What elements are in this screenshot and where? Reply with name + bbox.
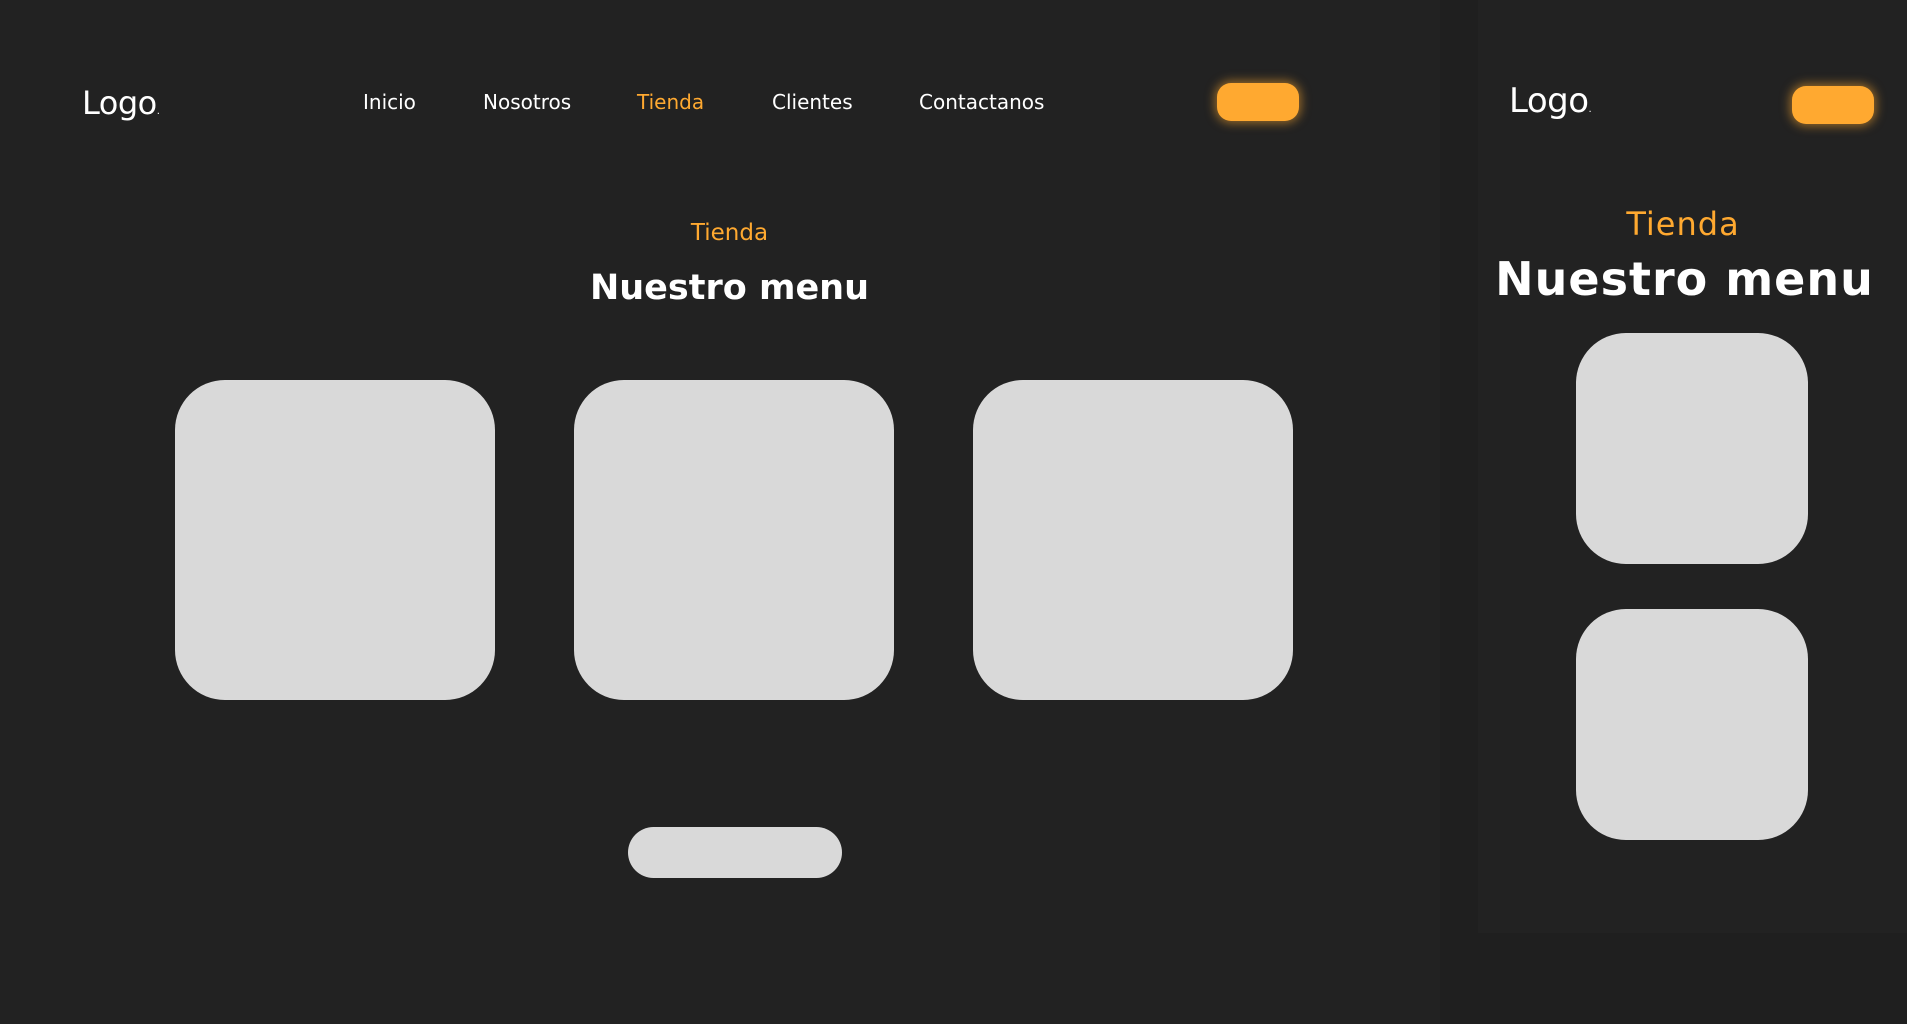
desktop-logo-text: Logo [82,84,157,122]
mobile-cta-button[interactable] [1792,86,1874,124]
nav-item-inicio[interactable]: Inicio [363,90,416,114]
desktop-frame: Logo. Inicio Nosotros Tienda Clientes Co… [0,0,1440,1024]
mobile-section-label: Tienda [1626,205,1740,243]
menu-card-3[interactable] [973,380,1293,700]
desktop-more-button[interactable] [628,827,842,878]
desktop-section-title: Nuestro menu [589,268,870,308]
nav-item-tienda[interactable]: Tienda [637,90,704,114]
mobile-logo-dot: . [1588,104,1592,115]
mobile-frame: Logo. Tienda Nuestro menu [1478,0,1907,933]
mobile-logo[interactable]: Logo. [1509,81,1592,121]
mobile-section-title: Nuestro menu [1495,252,1874,306]
desktop-section-label: Tienda [690,220,769,246]
mobile-logo-text: Logo [1509,81,1589,121]
desktop-cta-button[interactable] [1217,83,1299,121]
nav-item-clientes[interactable]: Clientes [772,90,853,114]
menu-card-1[interactable] [175,380,495,700]
desktop-logo-dot: . [156,106,160,117]
nav-item-contactanos[interactable]: Contactanos [919,90,1044,114]
mobile-frame-bottom [1478,933,1907,1024]
mobile-menu-card-2[interactable] [1576,609,1808,840]
mobile-menu-card-1[interactable] [1576,333,1808,564]
frame-divider [1440,0,1478,1024]
desktop-logo[interactable]: Logo. [82,84,160,122]
nav-item-nosotros[interactable]: Nosotros [483,90,571,114]
canvas: Logo. Inicio Nosotros Tienda Clientes Co… [0,0,1907,1024]
menu-card-2[interactable] [574,380,894,700]
